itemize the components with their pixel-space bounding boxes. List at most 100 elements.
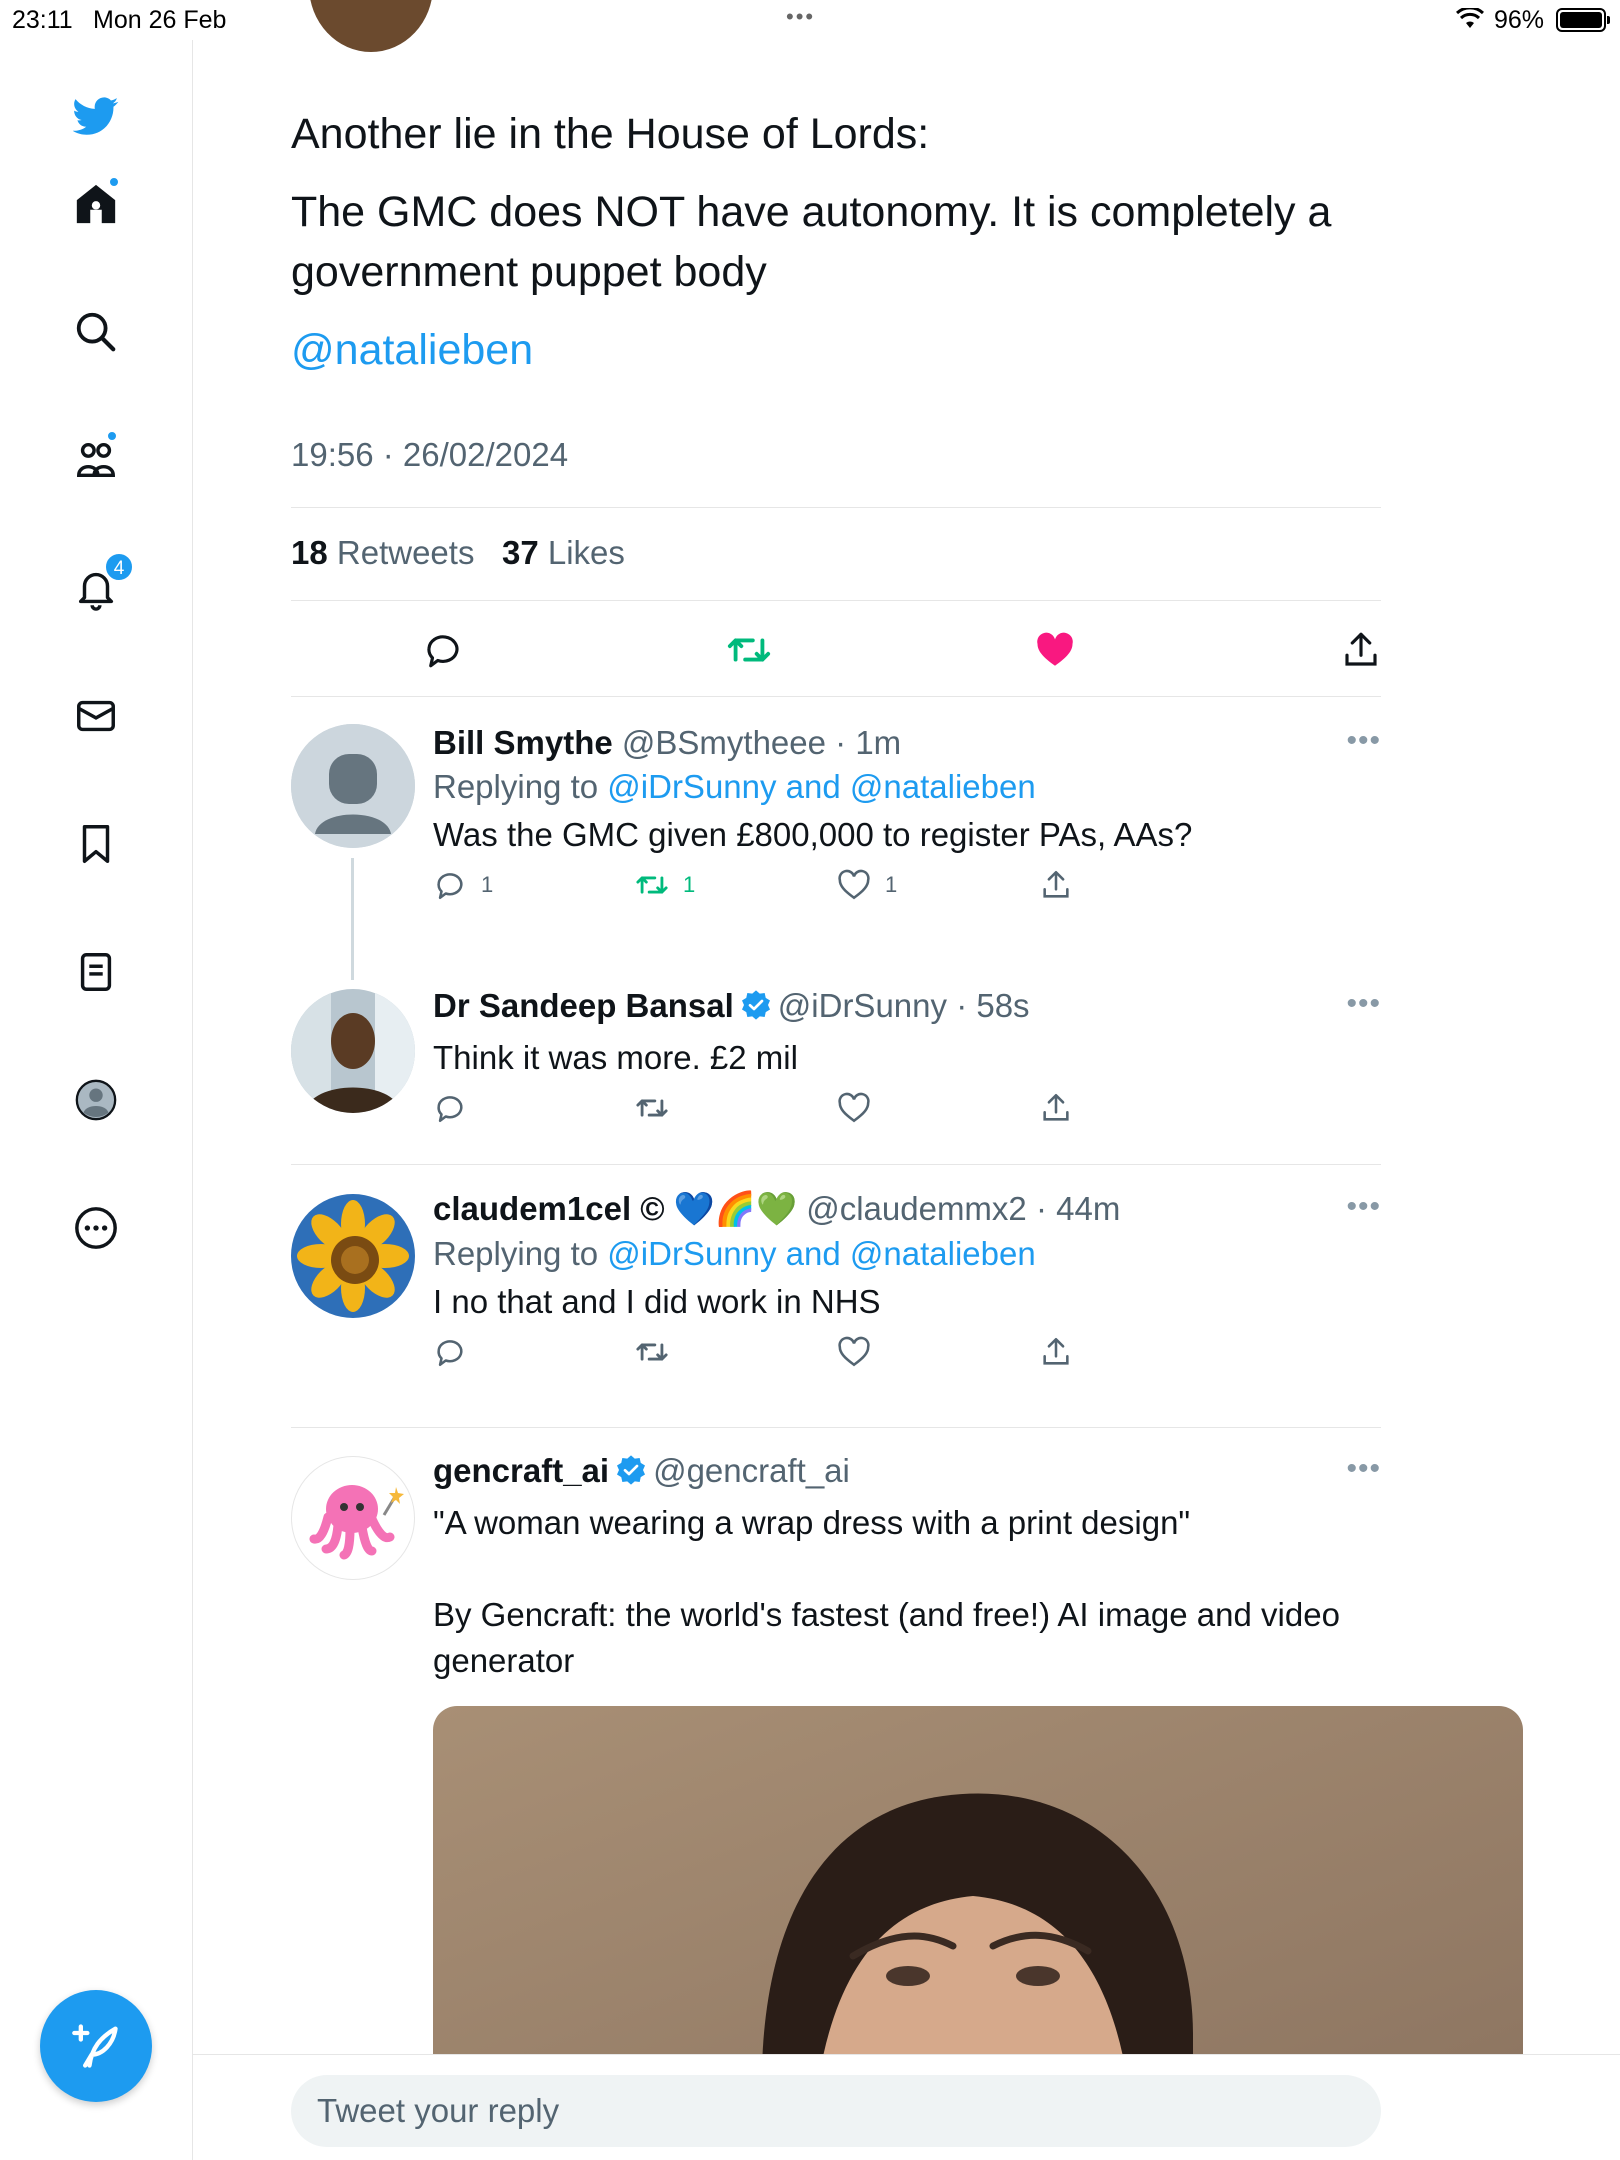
like-button[interactable] <box>837 1091 885 1125</box>
retweet-icon[interactable] <box>719 620 779 680</box>
reply-tweet[interactable]: claudem1cel © 💙🌈💚 @claudemmx2 · 44m ••• … <box>291 1190 1381 1390</box>
replying-to-mentions[interactable]: @iDrSunny and @natalieben <box>607 1235 1035 1272</box>
reply-button[interactable] <box>433 1091 481 1125</box>
reply-author-name[interactable]: claudem1cel © 💙🌈💚 <box>433 1190 797 1227</box>
notifications-count-badge: 4 <box>104 552 134 582</box>
divider <box>291 1164 1381 1165</box>
share-icon[interactable] <box>1331 620 1391 680</box>
heart-outline-icon <box>838 1336 870 1367</box>
twitter-logo-icon[interactable] <box>70 90 122 142</box>
verified-badge-icon <box>740 989 772 1029</box>
reply-header: Dr Sandeep Bansal @iDrSunny · 58s <box>433 987 1381 1029</box>
communities-unread-dot <box>106 430 118 442</box>
retweet-icon <box>636 1099 668 1117</box>
more-options-icon[interactable]: ••• <box>1346 1190 1381 1224</box>
reply-action-bar <box>433 1091 1381 1141</box>
share-button[interactable] <box>1039 1091 1087 1125</box>
tweet-timestamp[interactable]: 19:56 · 26/02/2024 <box>291 436 1381 474</box>
messages-envelope-icon[interactable] <box>70 690 122 742</box>
replying-to-mentions[interactable]: @iDrSunny and @natalieben <box>607 768 1035 805</box>
tweet-reply-input[interactable] <box>291 2075 1381 2147</box>
tweet-text-line1: Another lie in the House of Lords: <box>291 110 930 158</box>
reply-text: I no that and I did work in NHS <box>433 1283 881 1320</box>
more-options-icon[interactable]: ••• <box>1346 1452 1381 1486</box>
promoted-tweet[interactable]: gencraft_ai @gencraft_ai ••• "A woman wea… <box>291 1452 1523 2152</box>
divider <box>291 507 1381 508</box>
share-icon <box>1043 1093 1069 1121</box>
share-button[interactable] <box>1039 868 1087 902</box>
tweet-stats: 18 Retweets 37 Likes <box>291 534 1381 572</box>
reply-tweet[interactable]: Bill Smythe @BSmytheee · 1m ••• Replying… <box>291 724 1381 924</box>
likes-stat[interactable]: 37 Likes <box>502 534 625 571</box>
reply-author-handle[interactable]: @gencraft_ai <box>653 1452 850 1489</box>
reply-header: Bill Smythe @BSmytheee · 1m <box>433 724 1381 762</box>
sidebar-nav: 4 <box>0 40 193 2160</box>
search-icon[interactable] <box>70 306 122 358</box>
author-avatar[interactable] <box>291 989 415 1113</box>
reply-author-name[interactable]: gencraft_ai <box>433 1452 609 1489</box>
reply-icon[interactable] <box>413 620 473 680</box>
status-time: 23:11 <box>12 6 73 34</box>
reply-text: Think it was more. £2 mil <box>433 1039 798 1076</box>
verified-badge-icon <box>615 1454 647 1494</box>
like-button[interactable] <box>837 1335 885 1369</box>
reply-author-handle[interactable]: @claudemmx2 <box>806 1190 1027 1227</box>
share-button[interactable] <box>1039 1335 1087 1369</box>
divider <box>291 600 1381 601</box>
more-options-icon[interactable] <box>70 1202 122 1254</box>
feather-plus-icon <box>72 2024 118 2068</box>
replying-to-line: Replying to @iDrSunny and @natalieben <box>433 1235 1036 1272</box>
profile-avatar-icon[interactable] <box>70 1074 122 1126</box>
reply-time: · 44m <box>1035 1190 1121 1227</box>
reply-time: · 58s <box>956 987 1030 1024</box>
reply-composer-bar <box>193 2054 1620 2160</box>
like-heart-icon[interactable] <box>1025 620 1085 680</box>
lists-icon[interactable] <box>70 946 122 998</box>
like-button[interactable]: 1 <box>837 868 897 902</box>
more-options-icon[interactable]: ••• <box>1346 724 1381 758</box>
reply-author-handle[interactable]: @iDrSunny <box>778 987 947 1024</box>
heart-outline-icon <box>838 1092 870 1123</box>
communities-icon[interactable] <box>70 430 122 486</box>
more-options-icon[interactable]: ••• <box>1346 987 1381 1021</box>
default-avatar-icon[interactable] <box>291 724 415 848</box>
share-icon <box>1043 1337 1069 1365</box>
compose-tweet-button[interactable] <box>40 1990 152 2102</box>
reply-action-bar: 1 1 1 <box>433 868 1381 918</box>
divider <box>291 696 1381 697</box>
octopus-avatar-icon[interactable] <box>291 1456 415 1580</box>
reply-button[interactable] <box>433 1335 481 1369</box>
bookmarks-icon[interactable] <box>70 818 122 870</box>
tweet-text-line2: The GMC does NOT have autonomy. It is co… <box>291 188 1332 296</box>
tweet-mention-link[interactable]: @natalieben <box>291 320 1381 380</box>
reply-icon <box>437 1096 463 1123</box>
reply-icon <box>437 873 463 900</box>
author-avatar-sunflower[interactable] <box>291 1194 415 1318</box>
reply-tweet[interactable]: Dr Sandeep Bansal @iDrSunny · 58s ••• Thi… <box>291 987 1381 1157</box>
reply-author-handle[interactable]: @BSmytheee <box>622 724 826 761</box>
replying-to-line: Replying to @iDrSunny and @natalieben <box>433 768 1036 805</box>
home-icon[interactable] <box>70 176 122 230</box>
reply-action-bar <box>433 1335 1381 1385</box>
notifications-bell-icon[interactable]: 4 <box>70 552 134 614</box>
home-unread-dot <box>108 176 120 188</box>
retweet-icon <box>636 1343 668 1361</box>
retweet-button[interactable] <box>635 1335 683 1369</box>
share-icon <box>1043 870 1069 898</box>
reply-author-name[interactable]: Bill Smythe <box>433 724 613 761</box>
reply-button[interactable]: 1 <box>433 868 493 902</box>
reply-header: gencraft_ai @gencraft_ai <box>433 1452 1381 1494</box>
retweet-button[interactable] <box>635 1091 683 1125</box>
reply-text: "A woman wearing a wrap dress with a pri… <box>433 1504 1191 1541</box>
author-avatar[interactable] <box>309 0 433 52</box>
retweets-stat[interactable]: 18 Retweets <box>291 534 474 571</box>
reply-icon <box>437 1340 463 1367</box>
heart-outline-icon <box>838 869 870 900</box>
tweet-body: Another lie in the House of Lords: The G… <box>291 104 1381 380</box>
main-column: Another lie in the House of Lords: The G… <box>193 0 1620 2160</box>
reply-author-name[interactable]: Dr Sandeep Bansal <box>433 987 734 1024</box>
reply-time: · 1m <box>835 724 902 761</box>
retweet-button[interactable]: 1 <box>635 868 695 902</box>
reply-text: Was the GMC given £800,000 to register P… <box>433 816 1193 853</box>
divider <box>291 1427 1381 1428</box>
